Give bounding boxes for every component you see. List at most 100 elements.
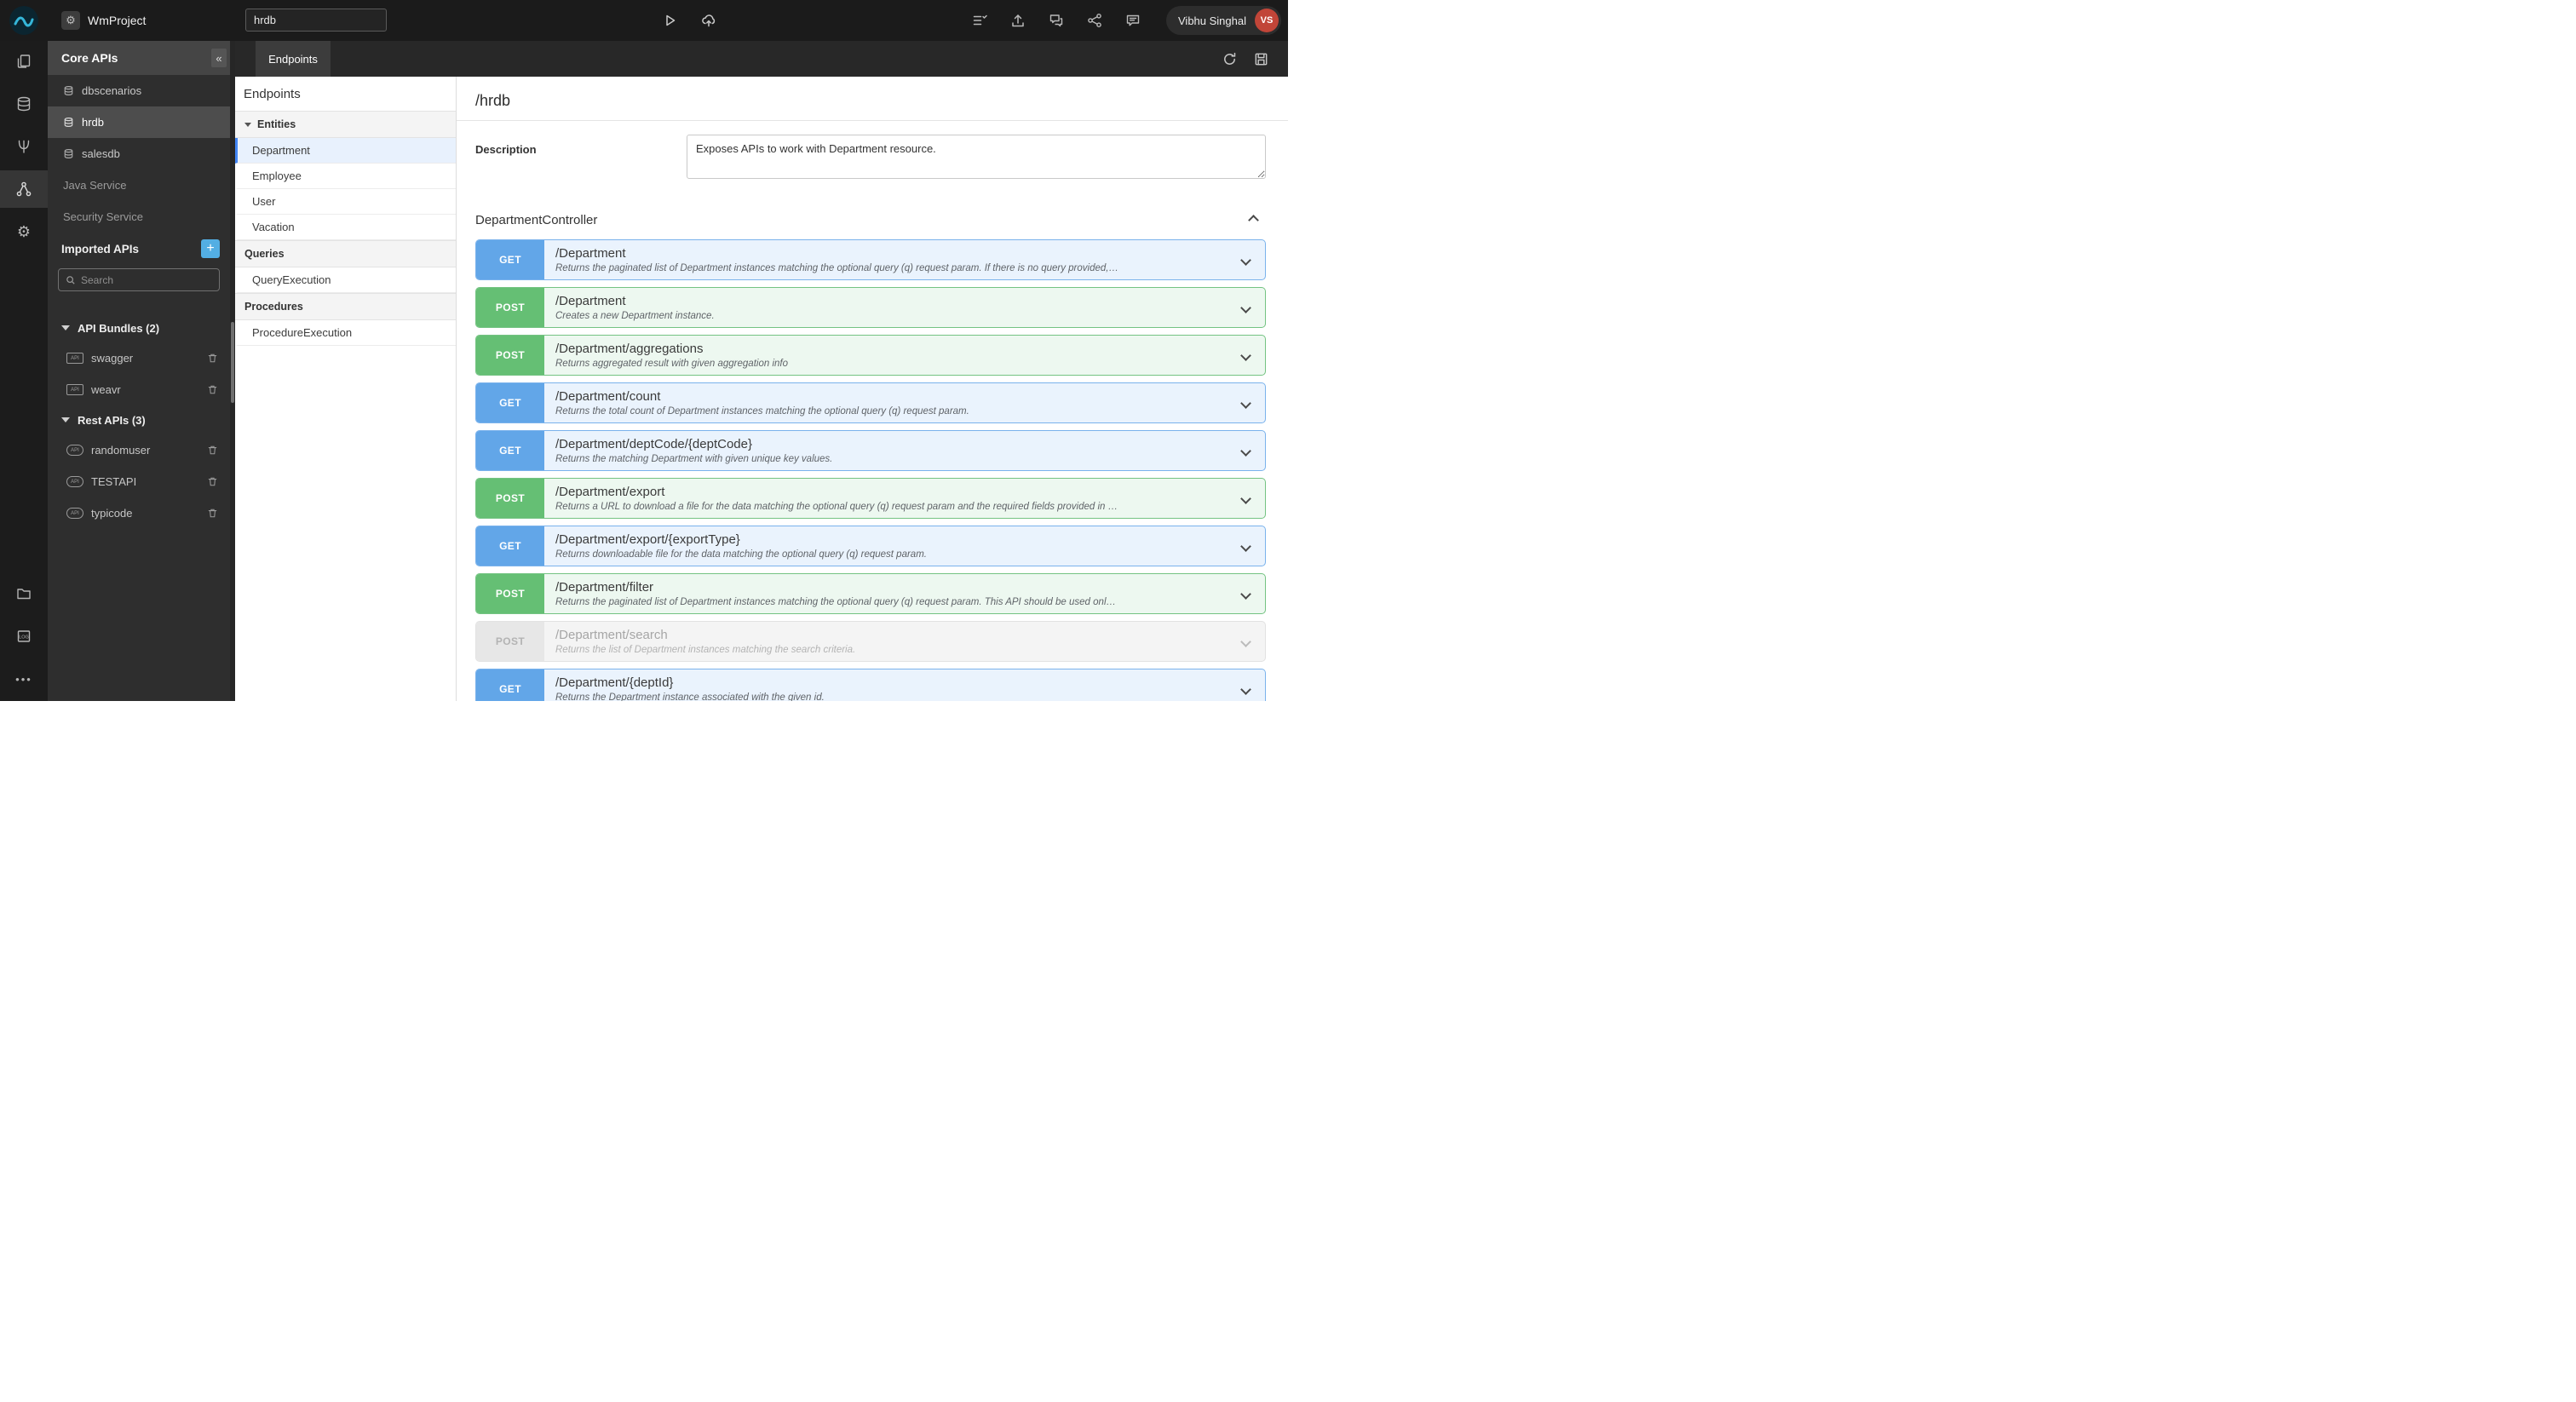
endpoint-row[interactable]: GET /Department/export/{exportType} Retu…	[475, 526, 1266, 566]
export-icon[interactable]	[1009, 12, 1026, 29]
chevron-down-icon[interactable]	[1240, 445, 1251, 457]
task-list-icon[interactable]	[971, 12, 988, 29]
sidebar-item-dbscenarios[interactable]: dbscenarios	[48, 75, 230, 106]
wavemaker-logo[interactable]	[9, 6, 38, 35]
feedback-icon[interactable]	[1124, 12, 1141, 29]
project-switcher[interactable]: ⚙ WmProject	[61, 0, 146, 41]
sidebar-scrollbar[interactable]	[230, 41, 235, 701]
endpoint-row[interactable]: POST /Department Creates a new Departmen…	[475, 287, 1266, 328]
chevron-down-icon[interactable]	[1240, 540, 1251, 552]
sidebar-item-security-service[interactable]: Security Service	[48, 201, 230, 233]
save-icon[interactable]	[1253, 51, 1269, 67]
cloud-deploy-icon[interactable]	[700, 12, 717, 29]
chevron-down-icon[interactable]	[1240, 635, 1251, 647]
endpoint-path: /Department/export/{exportType}	[555, 532, 740, 547]
sidebar-item-hrdb[interactable]: hrdb	[48, 106, 230, 138]
tree-item-procedureexecution[interactable]: ProcedureExecution	[235, 320, 456, 346]
tab-endpoints[interactable]: Endpoints	[256, 41, 331, 77]
scrollbar-thumb[interactable]	[231, 322, 234, 403]
sidebar-item-typicode[interactable]: API typicode	[48, 497, 230, 529]
divider	[457, 120, 1288, 121]
trash-icon[interactable]	[207, 353, 218, 364]
endpoint-row[interactable]: GET /Department Returns the paginated li…	[475, 239, 1266, 280]
user-menu[interactable]: Vibhu Singhal VS	[1166, 6, 1281, 35]
project-icon: ⚙	[61, 11, 80, 30]
trash-icon[interactable]	[207, 384, 218, 395]
tree-item-vacation[interactable]: Vacation	[235, 215, 456, 240]
tree-item-user[interactable]: User	[235, 189, 456, 215]
trash-icon[interactable]	[207, 445, 218, 456]
endpoint-list: GET /Department Returns the paginated li…	[475, 239, 1266, 701]
endpoint-path: /Department/search	[555, 628, 668, 642]
endpoint-info: /Department/count Returns the total coun…	[544, 383, 1232, 422]
endpoint-description: Returns downloadable file for the data m…	[555, 549, 927, 560]
endpoint-row[interactable]: GET /Department/deptCode/{deptCode} Retu…	[475, 430, 1266, 471]
description-field[interactable]: Exposes APIs to work with Department res…	[687, 135, 1266, 179]
topbar-right-actions: Vibhu Singhal VS	[971, 0, 1281, 41]
chevron-up-icon[interactable]	[1248, 215, 1259, 226]
endpoint-row[interactable]: POST /Department/aggregations Returns ag…	[475, 335, 1266, 376]
gear-icon: ⚙	[16, 223, 32, 240]
group-rest-apis[interactable]: Rest APIs (3)	[48, 405, 230, 434]
chevron-down-icon[interactable]	[1240, 302, 1251, 313]
chevron-down-icon[interactable]	[1240, 588, 1251, 600]
endpoint-description: Returns the list of Department instances…	[555, 645, 856, 655]
api-detail-panel: /hrdb Description Exposes APIs to work w…	[457, 77, 1288, 701]
controller-name: DepartmentController	[475, 213, 598, 227]
rail-item-prefabs[interactable]	[0, 128, 48, 165]
chevron-down-icon[interactable]	[1240, 397, 1251, 409]
sidebar-search-input[interactable]	[81, 273, 212, 286]
rail-item-pages[interactable]	[0, 43, 48, 80]
tab-strip: Endpoints	[235, 41, 1288, 77]
tree-item-queryexecution[interactable]: QueryExecution	[235, 267, 456, 293]
sidebar-item-swagger[interactable]: API swagger	[48, 342, 230, 374]
prefabs-icon	[15, 138, 32, 155]
endpoint-path: /Department/count	[555, 389, 661, 404]
share-nodes-icon[interactable]	[1086, 12, 1103, 29]
endpoint-path: /Department/filter	[555, 580, 654, 595]
chevron-down-icon[interactable]	[1240, 254, 1251, 266]
endpoint-row[interactable]: POST /Department/filter Returns the pagi…	[475, 573, 1266, 614]
tree-section-procedures[interactable]: Procedures	[235, 293, 456, 320]
tree-item-label: Department	[252, 144, 310, 157]
sidebar-item-salesdb[interactable]: salesdb	[48, 138, 230, 170]
method-badge: POST	[476, 574, 544, 613]
tree-section-entities[interactable]: Entities	[235, 111, 456, 138]
group-api-bundles[interactable]: API Bundles (2)	[48, 313, 230, 342]
sidebar-item-testapi[interactable]: API TESTAPI	[48, 466, 230, 497]
rail-item-logs[interactable]: LOG	[0, 618, 48, 655]
pages-icon	[15, 53, 32, 70]
database-icon	[15, 95, 32, 112]
sidebar-item-randomuser[interactable]: API randomuser	[48, 434, 230, 466]
rail-item-databases[interactable]	[0, 85, 48, 123]
trash-icon[interactable]	[207, 476, 218, 487]
tree-item-employee[interactable]: Employee	[235, 164, 456, 189]
rail-item-apis[interactable]	[0, 170, 48, 208]
tree-item-department[interactable]: Department	[235, 138, 456, 164]
chevron-down-icon[interactable]	[1240, 683, 1251, 695]
search-input[interactable]	[245, 9, 387, 32]
endpoint-row[interactable]: GET /Department/{deptId} Returns the Dep…	[475, 669, 1266, 701]
chevron-down-icon[interactable]	[1240, 492, 1251, 504]
endpoint-row[interactable]: GET /Department/count Returns the total …	[475, 382, 1266, 423]
endpoint-description: Returns the Department instance associat…	[555, 692, 825, 701]
trash-icon[interactable]	[207, 508, 218, 519]
endpoint-row-disabled[interactable]: POST /Department/search Returns the list…	[475, 621, 1266, 662]
rail-item-more[interactable]: •••	[0, 660, 48, 698]
tree-section-queries[interactable]: Queries	[235, 240, 456, 267]
endpoint-description: Returns a URL to download a file for the…	[555, 502, 1118, 512]
add-api-button[interactable]: +	[201, 239, 220, 258]
endpoint-row[interactable]: POST /Department/export Returns a URL to…	[475, 478, 1266, 519]
collapse-sidebar-button[interactable]: «	[211, 49, 227, 67]
run-icon[interactable]	[661, 12, 678, 29]
rail-item-files[interactable]	[0, 575, 48, 612]
page-title: /hrdb	[475, 92, 511, 109]
sidebar-item-java-service[interactable]: Java Service	[48, 170, 230, 201]
chat-icon[interactable]	[1048, 12, 1065, 29]
endpoint-info: /Department/aggregations Returns aggrega…	[544, 336, 1232, 375]
chevron-down-icon[interactable]	[1240, 349, 1251, 361]
sidebar-item-weavr[interactable]: API weavr	[48, 374, 230, 405]
database-icon	[63, 117, 74, 128]
refresh-icon[interactable]	[1222, 51, 1238, 67]
rail-item-settings[interactable]: ⚙	[0, 213, 48, 250]
